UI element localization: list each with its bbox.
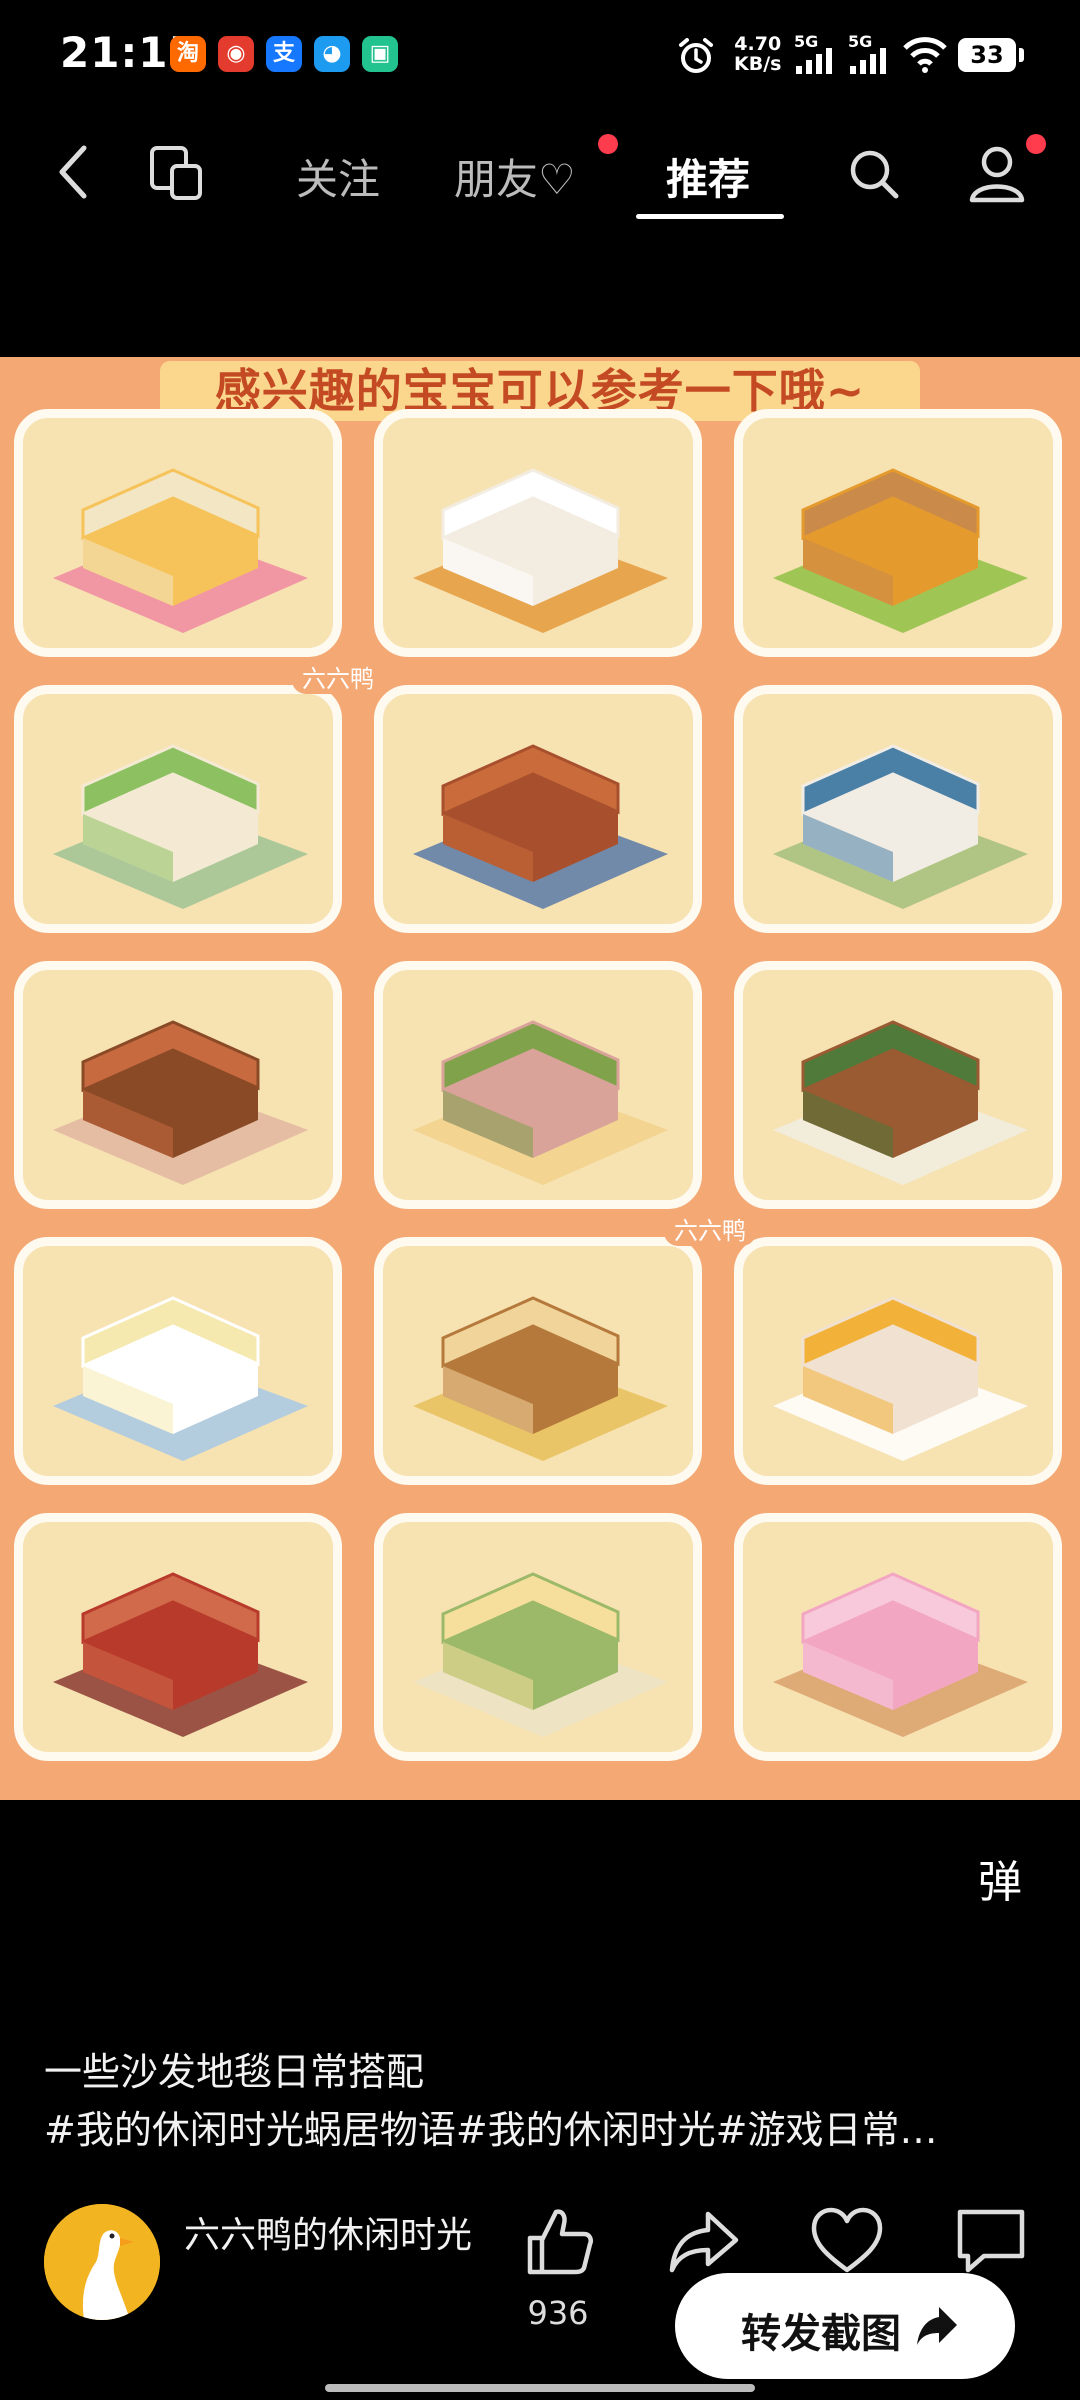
signal-bars-icon (850, 48, 886, 74)
wooden-bench-plant-icon (773, 1020, 1028, 1185)
share-screenshot-button[interactable]: 转发截图 (675, 2273, 1015, 2379)
comment-icon[interactable] (954, 2206, 1028, 2276)
furniture-card (734, 409, 1062, 657)
green-cube-icon: ▣ (362, 36, 398, 72)
taobao-icon: 淘 (170, 36, 206, 72)
furniture-card (734, 961, 1062, 1209)
like-count: 936 (527, 2294, 589, 2332)
furniture-card (734, 685, 1062, 933)
furniture-card (374, 1513, 702, 1761)
white-sofa-star-rug-icon (53, 1296, 308, 1461)
post-image[interactable]: 感兴趣的宝宝可以参考一下哦~ 六六鸭 六六鸭 (0, 357, 1080, 1800)
status-bar: 21:15 淘 ◉ 支 ◕ ▣ 4.70 KB/s 5G 5G 33 (0, 0, 1080, 110)
signal-5g-1: 5G (794, 32, 840, 74)
app-red-icon: ◉ (218, 36, 254, 72)
signal-5g-2: 5G (848, 32, 894, 74)
furniture-card (14, 1237, 342, 1485)
tab-follow[interactable]: 关注 (296, 146, 380, 207)
net-speed: 4.70 KB/s (734, 33, 782, 75)
brown-blanket-sofa-icon (413, 744, 668, 909)
battery-indicator: 33 (958, 38, 1024, 72)
furniture-card (734, 1513, 1062, 1761)
orange-armchairs-round-rug-icon (773, 468, 1028, 633)
furniture-card (374, 409, 702, 657)
tab-friends[interactable]: 朋友♡ (454, 146, 576, 207)
signal-bars-icon (796, 48, 832, 74)
share-arrow-icon[interactable] (666, 2206, 742, 2278)
watermark: 六六鸭 (664, 1211, 756, 1246)
alarm-icon (679, 38, 713, 73)
home-indicator (325, 2384, 755, 2392)
active-tab-indicator (636, 214, 784, 219)
furniture-card (734, 1237, 1062, 1485)
cream-armchair-flower-rug-icon (53, 744, 308, 909)
brown-leather-armchairs-icon (53, 1020, 308, 1185)
top-nav: 关注 朋友♡ 推荐 (0, 120, 1080, 230)
goose-avatar-icon (44, 2204, 160, 2320)
furniture-card (374, 1237, 702, 1485)
share-screenshot-label: 转发截图 (741, 2311, 901, 2357)
wooden-chair-round-rug-icon (413, 1296, 668, 1461)
furniture-card (14, 685, 342, 933)
heart-icon[interactable] (810, 2206, 884, 2276)
qq-icon: ◕ (314, 36, 350, 72)
calico-cat-sofa-icon (413, 468, 668, 633)
pink-vine-sofa-icon (413, 1020, 668, 1185)
author-name[interactable]: 六六鸭的休闲时光 (184, 2210, 484, 2262)
furniture-card (14, 1513, 342, 1761)
forward-arrow-icon (917, 2307, 957, 2345)
thumbs-up-icon[interactable] (522, 2206, 596, 2278)
red-chaise-lounge-icon (53, 1572, 308, 1737)
furniture-card (14, 409, 342, 657)
notification-dot (598, 134, 618, 154)
caption-title: 一些沙发地毯日常搭配 (44, 2050, 425, 2094)
yellow-sofa-heart-pillow-icon (53, 468, 308, 633)
wifi-icon (903, 37, 947, 73)
furniture-card (374, 685, 702, 933)
green-sofa-icon (413, 1572, 668, 1737)
avatar[interactable] (44, 2204, 160, 2320)
watermark: 六六鸭 (292, 659, 384, 694)
egg-chairs-icon (773, 1296, 1028, 1461)
multi-device-icon[interactable] (148, 144, 206, 202)
bottom-action-bar: 六六鸭的休闲时光 936 转发截图 (0, 2180, 1080, 2400)
furniture-card (374, 961, 702, 1209)
pink-flower-bench-icon (773, 1572, 1028, 1737)
danmu-toggle-button[interactable]: 弹 (978, 1846, 1022, 1910)
alipay-icon: 支 (266, 36, 302, 72)
furniture-card (14, 961, 342, 1209)
notification-dot (1026, 134, 1046, 154)
caption-hashtags[interactable]: #我的休闲时光蜗居物语#我的休闲时光#游戏日常… (44, 2101, 938, 2159)
post-caption: 一些沙发地毯日常搭配 #我的休闲时光蜗居物语#我的休闲时光#游戏日常… (44, 2043, 938, 2159)
profile-icon[interactable] (966, 142, 1028, 204)
tab-recommend[interactable]: 推荐 (666, 146, 750, 207)
white-bench-blue-pillows-icon (773, 744, 1028, 909)
search-icon[interactable] (846, 146, 902, 202)
back-icon[interactable] (52, 142, 96, 202)
